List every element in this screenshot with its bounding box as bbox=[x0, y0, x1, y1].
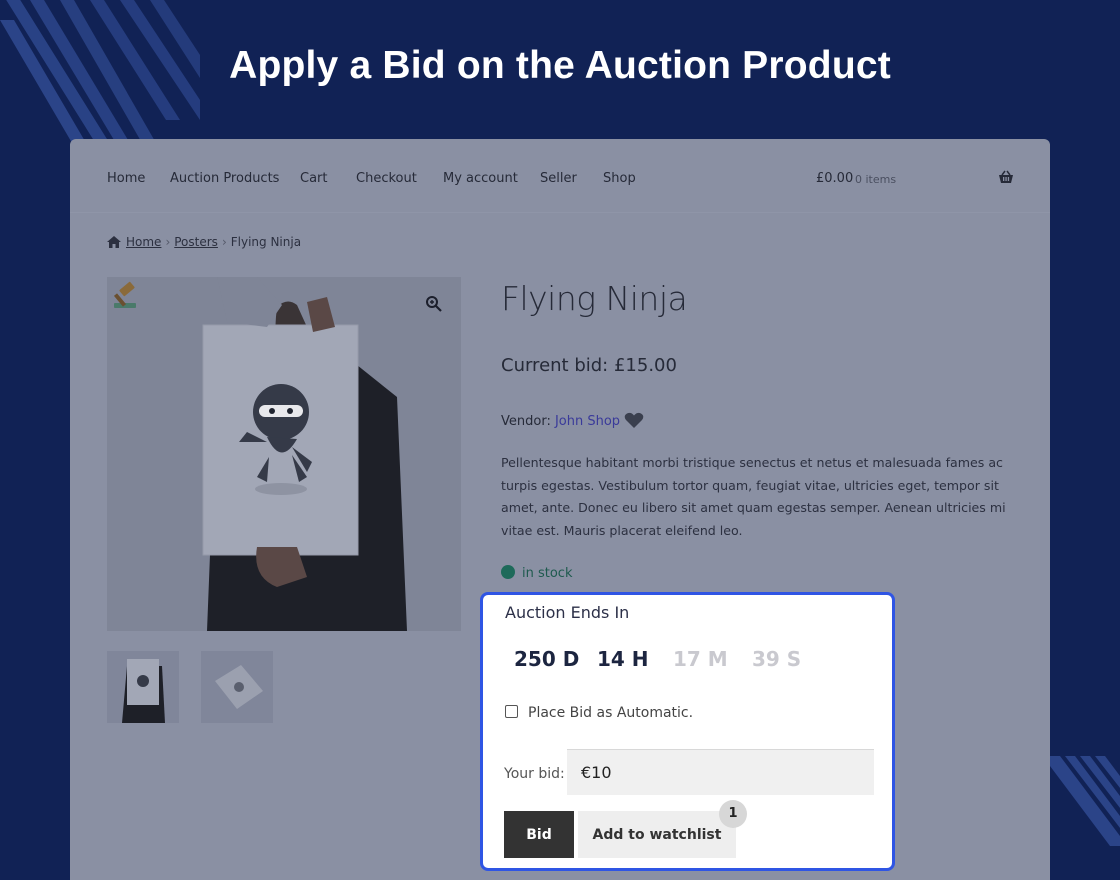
countdown-days: 250 D bbox=[514, 647, 580, 671]
vendor-line: Vendor: John Shop bbox=[501, 412, 644, 429]
breadcrumb-category[interactable]: Posters bbox=[174, 235, 218, 249]
countdown-minutes: 17 M bbox=[673, 647, 728, 671]
breadcrumb-current: Flying Ninja bbox=[230, 235, 302, 249]
cart-total[interactable]: £0.00 bbox=[816, 171, 853, 186]
vendor-link[interactable]: John Shop bbox=[555, 414, 620, 429]
cart-count[interactable]: 0 items bbox=[855, 173, 896, 186]
bid-button[interactable]: Bid bbox=[504, 811, 574, 858]
product-description: Pellentesque habitant morbi tristique se… bbox=[501, 455, 1006, 538]
stock-status: in stock bbox=[501, 565, 572, 581]
nav-shop[interactable]: Shop bbox=[603, 171, 636, 186]
home-icon bbox=[107, 236, 121, 251]
breadcrumb-home[interactable]: Home bbox=[126, 235, 161, 249]
auction-ends-label: Auction Ends In bbox=[505, 603, 630, 622]
breadcrumb: Home › Posters › Flying Ninja bbox=[107, 235, 301, 251]
top-navigation: Home Auction Products Cart Checkout My a… bbox=[70, 139, 1050, 213]
decor-stripes-bottom-right bbox=[1050, 756, 1120, 846]
page-headline: Apply a Bid on the Auction Product bbox=[229, 44, 891, 87]
auction-bid-panel: Auction Ends In 250 D 14 H 17 M 39 S Pla… bbox=[480, 592, 895, 871]
vendor-label: Vendor: bbox=[501, 414, 551, 429]
product-image[interactable] bbox=[107, 277, 461, 631]
bid-amount-input[interactable] bbox=[567, 749, 874, 795]
stock-label: in stock bbox=[522, 566, 573, 581]
heart-icon[interactable] bbox=[624, 412, 644, 429]
product-title: Flying Ninja bbox=[501, 279, 688, 318]
nav-my-account[interactable]: My account bbox=[443, 171, 518, 186]
nav-cart[interactable]: Cart bbox=[300, 171, 328, 186]
smile-icon bbox=[501, 565, 515, 579]
countdown-hours: 14 H bbox=[597, 647, 649, 671]
countdown-seconds: 39 S bbox=[752, 647, 802, 671]
nav-auction-products[interactable]: Auction Products bbox=[170, 171, 279, 186]
your-bid-label: Your bid: bbox=[504, 766, 565, 782]
breadcrumb-separator: › bbox=[165, 235, 171, 249]
nav-seller[interactable]: Seller bbox=[540, 171, 577, 186]
auto-bid-label[interactable]: Place Bid as Automatic. bbox=[528, 705, 693, 721]
auction-gavel-icon bbox=[110, 279, 142, 316]
zoom-icon[interactable] bbox=[425, 295, 443, 318]
auto-bid-option: Place Bid as Automatic. bbox=[505, 705, 693, 721]
product-thumbnail[interactable] bbox=[107, 651, 179, 723]
nav-checkout[interactable]: Checkout bbox=[356, 171, 417, 186]
current-bid: Current bid: £15.00 bbox=[501, 355, 677, 376]
nav-home[interactable]: Home bbox=[107, 171, 145, 186]
add-to-watchlist-button[interactable]: Add to watchlist bbox=[578, 811, 736, 858]
auto-bid-checkbox[interactable] bbox=[505, 705, 518, 718]
product-thumbnail[interactable] bbox=[201, 651, 273, 723]
basket-icon[interactable] bbox=[998, 170, 1014, 189]
step-number-badge: 1 bbox=[719, 800, 747, 828]
breadcrumb-separator: › bbox=[221, 235, 227, 249]
